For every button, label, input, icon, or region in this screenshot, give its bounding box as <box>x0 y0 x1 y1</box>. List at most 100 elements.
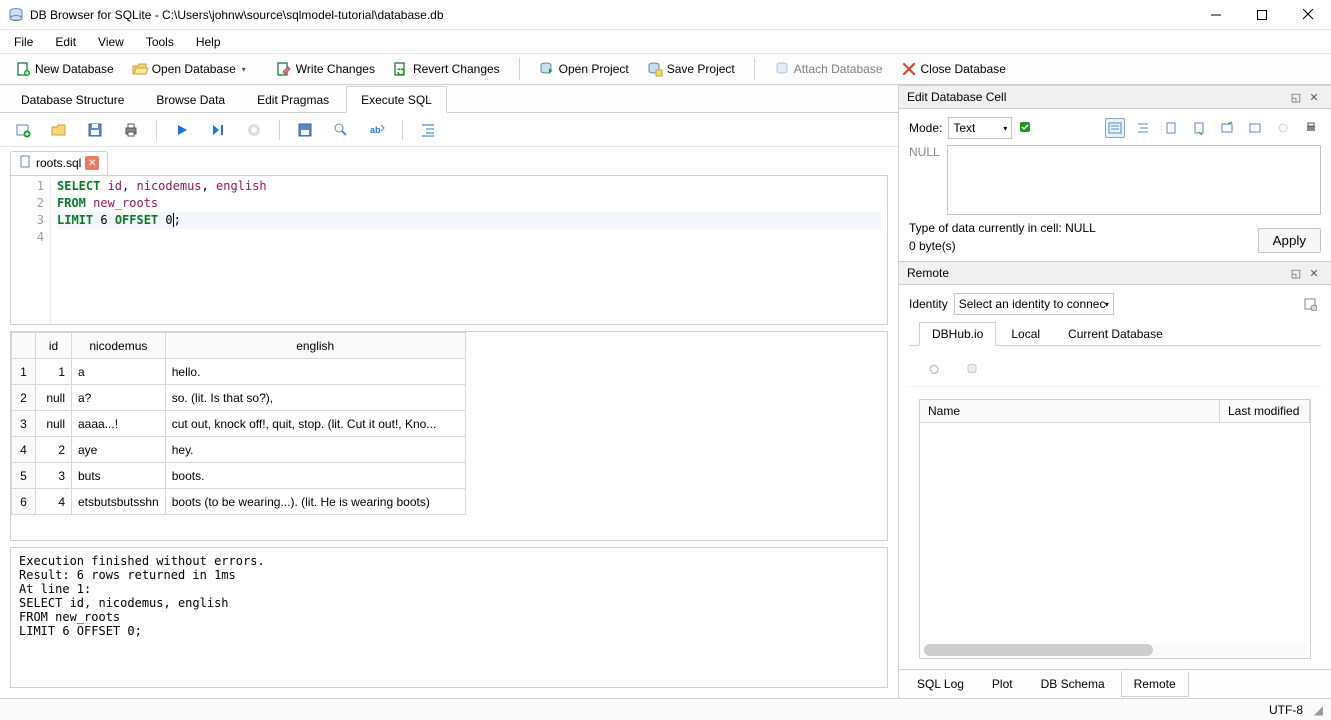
sql-file-icon <box>19 155 32 171</box>
tab-execute-sql[interactable]: Execute SQL <box>346 86 447 113</box>
save-result-icon[interactable] <box>294 119 316 141</box>
h-scrollbar[interactable] <box>924 644 1306 656</box>
title-bar: DB Browser for SQLite - C:\Users\johnw\s… <box>0 0 1331 30</box>
identity-label: Identity <box>909 297 948 311</box>
window-title: DB Browser for SQLite - C:\Users\johnw\s… <box>30 8 1193 22</box>
right-bottom-tabs: SQL Log Plot DB Schema Remote <box>899 669 1331 698</box>
sql-file-tab[interactable]: roots.sql ✕ <box>10 151 108 175</box>
tab-database-structure[interactable]: Database Structure <box>6 86 139 113</box>
btab-sql-log[interactable]: SQL Log <box>905 672 976 698</box>
panel-close-icon[interactable]: ✕ <box>1305 89 1323 105</box>
execution-log[interactable]: Execution finished without errors. Resul… <box>10 547 888 688</box>
tab-edit-pragmas[interactable]: Edit Pragmas <box>242 86 344 113</box>
save-project-button[interactable]: Save Project <box>638 56 744 82</box>
col-last-modified[interactable]: Last modified <box>1220 400 1310 422</box>
edit-cell-panel: Mode: Text▾ NULL <box>899 109 1331 261</box>
remote-tab-dbhub[interactable]: DBHub.io <box>919 322 996 346</box>
mode-select[interactable]: Text▾ <box>948 117 1012 139</box>
project-save-icon <box>647 61 663 77</box>
close-database-button[interactable]: Close Database <box>892 56 1015 82</box>
sql-file-name: roots.sql <box>36 156 81 170</box>
main-tabs: Database Structure Browse Data Edit Prag… <box>0 85 898 113</box>
btab-plot[interactable]: Plot <box>980 672 1025 698</box>
panel-float-icon[interactable]: ◱ <box>1287 89 1305 105</box>
folder-open-icon <box>132 61 148 77</box>
revert-icon <box>393 61 409 77</box>
pencil-write-icon <box>276 61 292 77</box>
btab-remote[interactable]: Remote <box>1121 671 1189 697</box>
close-tab-icon[interactable]: ✕ <box>85 156 99 170</box>
clone-icon[interactable] <box>961 358 983 380</box>
open-sql-icon[interactable] <box>48 119 70 141</box>
maximize-button[interactable] <box>1239 0 1285 30</box>
bytes-info: 0 byte(s) <box>909 239 1258 253</box>
new-database-button[interactable]: New Database <box>6 56 123 82</box>
mode-label: Mode: <box>909 121 942 135</box>
remote-tab-local[interactable]: Local <box>998 322 1053 346</box>
menu-bar: File Edit View Tools Help <box>0 30 1331 54</box>
export2-icon[interactable] <box>1217 118 1237 138</box>
find-icon[interactable] <box>330 119 352 141</box>
remote-list[interactable]: Name Last modified <box>919 399 1311 659</box>
project-open-icon <box>539 61 555 77</box>
main-toolbar: New Database Open Database ▾ Write Chang… <box>0 54 1331 85</box>
file-new-icon <box>15 61 31 77</box>
identity-settings-icon[interactable] <box>1299 293 1321 315</box>
open-project-button[interactable]: Open Project <box>530 56 638 82</box>
brush-icon[interactable] <box>1273 118 1293 138</box>
stop-icon[interactable] <box>243 119 265 141</box>
results-table[interactable]: idnicodemusenglish11ahello.2nulla?so. (l… <box>10 331 888 541</box>
revert-changes-button[interactable]: Revert Changes <box>384 56 509 82</box>
null-icon[interactable] <box>1245 118 1265 138</box>
resize-grip-icon[interactable]: ◢ <box>1303 703 1323 717</box>
btab-db-schema[interactable]: DB Schema <box>1029 672 1117 698</box>
status-bar: UTF-8 ◢ <box>0 698 1331 720</box>
remote-panel-title: Remote ◱ ✕ <box>899 261 1331 285</box>
remote-tab-current[interactable]: Current Database <box>1055 322 1176 346</box>
col-name[interactable]: Name <box>920 400 1220 422</box>
svg-text:ab: ab <box>370 125 381 135</box>
write-changes-button[interactable]: Write Changes <box>267 56 384 82</box>
sql-file-tabs: roots.sql ✕ <box>0 147 898 175</box>
panel-float-icon[interactable]: ◱ <box>1287 265 1305 281</box>
new-tab-icon[interactable] <box>12 119 34 141</box>
auto-format-icon[interactable] <box>1018 120 1032 137</box>
minimize-button[interactable] <box>1193 0 1239 30</box>
remote-tabs: DBHub.io Local Current Database <box>909 321 1321 346</box>
apply-button[interactable]: Apply <box>1258 228 1321 253</box>
menu-edit[interactable]: Edit <box>45 32 86 52</box>
print-icon[interactable] <box>120 119 142 141</box>
attach-database-button[interactable]: Attach Database <box>765 56 892 82</box>
menu-view[interactable]: View <box>88 32 134 52</box>
identity-select[interactable]: Select an identity to connect▾ <box>954 293 1114 315</box>
close-window-button[interactable] <box>1285 0 1331 30</box>
chevron-down-icon[interactable]: ▾ <box>242 65 246 74</box>
import-icon[interactable] <box>1161 118 1181 138</box>
sql-editor[interactable]: 1234 SELECT id, nicodemus, englishFROM n… <box>10 175 888 325</box>
print-cell-icon[interactable] <box>1301 118 1321 138</box>
app-icon <box>8 7 24 23</box>
attach-icon <box>774 61 790 77</box>
run-line-icon[interactable] <box>207 119 229 141</box>
menu-help[interactable]: Help <box>186 32 231 52</box>
panel-close-icon[interactable]: ✕ <box>1305 265 1323 281</box>
menu-tools[interactable]: Tools <box>136 32 184 52</box>
refresh-icon[interactable] <box>923 358 945 380</box>
menu-file[interactable]: File <box>4 32 43 52</box>
save-sql-icon[interactable] <box>84 119 106 141</box>
export-icon[interactable] <box>1189 118 1209 138</box>
encoding-label: UTF-8 <box>1269 703 1303 717</box>
close-icon <box>901 61 917 77</box>
edit-cell-panel-title: Edit Database Cell ◱ ✕ <box>899 85 1331 109</box>
tab-browse-data[interactable]: Browse Data <box>141 86 240 113</box>
find-replace-icon[interactable]: ab <box>366 119 388 141</box>
type-info: Type of data currently in cell: NULL <box>909 221 1258 235</box>
indent-icon[interactable] <box>417 119 439 141</box>
cell-editor[interactable] <box>947 145 1321 215</box>
align-icon[interactable] <box>1133 118 1153 138</box>
open-database-button[interactable]: Open Database ▾ <box>123 56 255 82</box>
sql-toolbar: ab <box>0 113 898 147</box>
run-icon[interactable] <box>171 119 193 141</box>
null-indicator: NULL <box>909 145 945 215</box>
text-mode-icon[interactable] <box>1105 118 1125 138</box>
